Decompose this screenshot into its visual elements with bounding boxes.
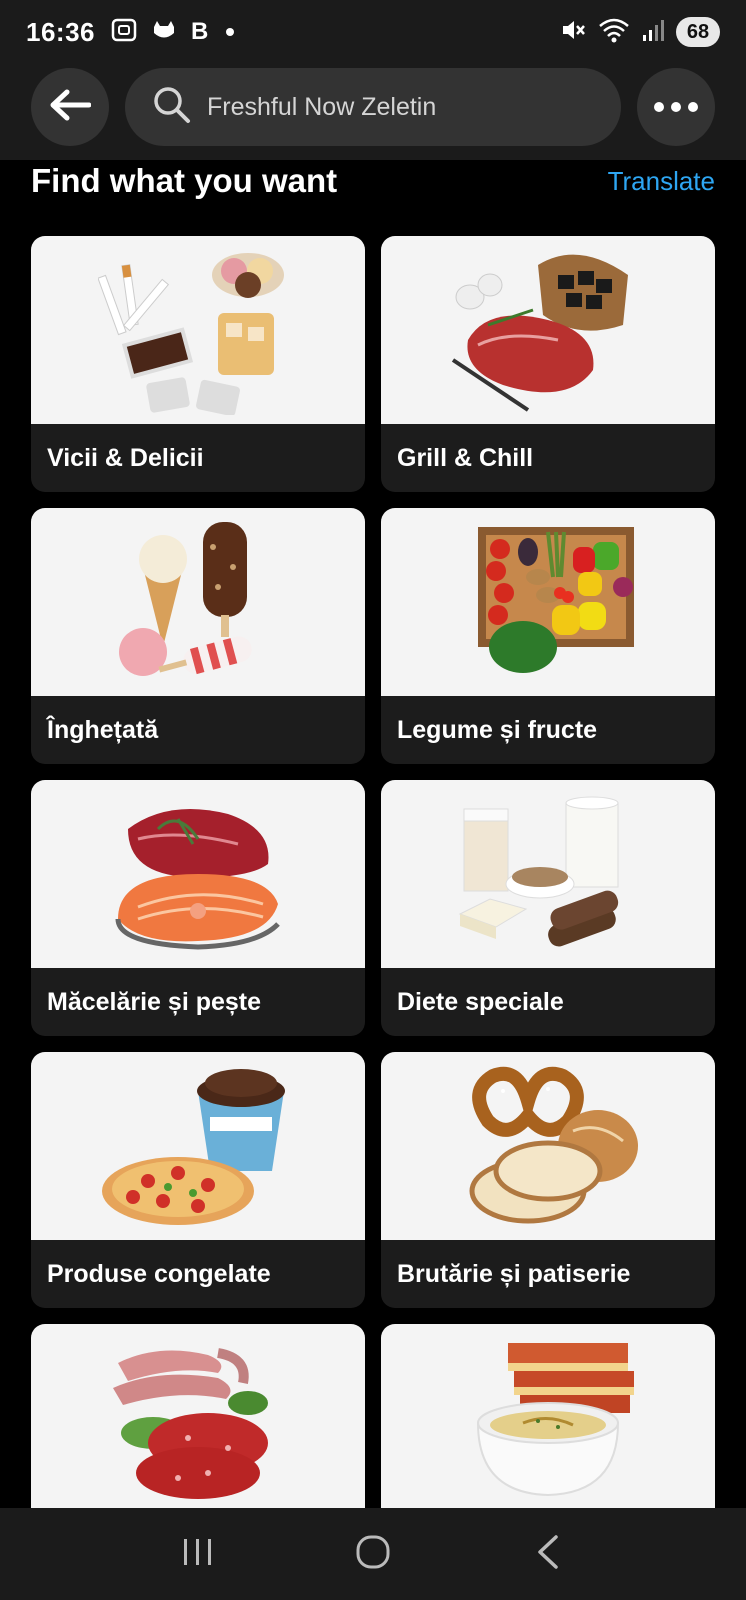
category-image-mezeluri xyxy=(31,1324,365,1512)
category-image-brutarie-patiserie xyxy=(381,1052,715,1240)
recent-apps-button[interactable] xyxy=(158,1524,238,1584)
category-label: Produse congelate xyxy=(47,1259,271,1288)
battery-indicator: 68 xyxy=(676,17,720,47)
category-label: Vicii & Delicii xyxy=(47,443,204,472)
mute-icon xyxy=(560,17,586,48)
back-button[interactable] xyxy=(31,68,109,146)
category-card-inghetata[interactable]: Înghețată xyxy=(31,508,365,764)
category-grid: Vicii & Delicii Grill & Chill Înghețată … xyxy=(31,236,715,1512)
status-time: 16:36 xyxy=(26,16,95,47)
home-button[interactable] xyxy=(333,1524,413,1584)
signal-icon xyxy=(642,18,664,47)
status-notification-icons: B xyxy=(111,18,235,47)
category-image-inghetata xyxy=(31,508,365,696)
category-card-gatite[interactable] xyxy=(381,1324,715,1512)
category-label: Măcelărie și pește xyxy=(47,987,262,1016)
category-card-brutarie-patiserie[interactable]: Brutărie și patiserie xyxy=(381,1052,715,1308)
status-system-icons: 68 xyxy=(560,17,720,48)
section-header: Find what you want Translate xyxy=(31,162,715,206)
category-card-legume-fructe[interactable]: Legume și fructe xyxy=(381,508,715,764)
system-nav-bar xyxy=(0,1508,746,1600)
b-app-icon: B xyxy=(191,18,209,45)
search-text: Freshful Now Zeletin xyxy=(207,92,437,121)
category-label: Brutărie și patiserie xyxy=(397,1259,631,1288)
category-image-gatite xyxy=(381,1324,715,1512)
back-icon xyxy=(534,1534,562,1575)
recent-apps-icon xyxy=(180,1536,216,1573)
category-image-macelarie-peste xyxy=(31,780,365,968)
category-card-macelarie-peste[interactable]: Măcelărie și pește xyxy=(31,780,365,1036)
category-label: Legume și fructe xyxy=(397,715,598,744)
category-image-produse-congelate xyxy=(31,1052,365,1240)
more-options-icon xyxy=(654,102,698,112)
home-icon xyxy=(355,1534,391,1575)
category-card-diete-speciale[interactable]: Diete speciale xyxy=(381,780,715,1036)
category-image-legume-fructe xyxy=(381,508,715,696)
wifi-icon xyxy=(598,17,630,48)
category-label: Diete speciale xyxy=(397,987,564,1016)
back-arrow-icon xyxy=(49,89,92,126)
search-bar[interactable]: Freshful Now Zeletin xyxy=(125,68,621,146)
more-options-button[interactable] xyxy=(637,68,715,146)
category-image-diete-speciale xyxy=(381,780,715,968)
cat-face-icon xyxy=(151,18,177,47)
category-image-vicii-delicii xyxy=(31,236,365,424)
category-card-produse-congelate[interactable]: Produse congelate xyxy=(31,1052,365,1308)
notification-dot xyxy=(226,28,235,36)
category-label: Grill & Chill xyxy=(397,443,534,472)
category-image-grill-chill xyxy=(381,236,715,424)
search-icon xyxy=(153,86,191,129)
category-card-vicii-delicii[interactable]: Vicii & Delicii xyxy=(31,236,365,492)
status-bar: 16:36 B 68 xyxy=(0,0,746,64)
translate-link[interactable]: Translate xyxy=(608,166,715,197)
category-card-mezeluri[interactable] xyxy=(31,1324,365,1512)
app-screen: 16:36 B 68 Freshful Now Zeletin Find wha… xyxy=(0,0,746,1600)
nav-back-button[interactable] xyxy=(508,1524,588,1584)
section-title: Find what you want xyxy=(31,162,338,199)
category-card-grill-chill[interactable]: Grill & Chill xyxy=(381,236,715,492)
app-bar: Freshful Now Zeletin xyxy=(0,64,746,160)
screenshot-icon xyxy=(111,18,137,47)
category-label: Înghețată xyxy=(47,715,159,744)
